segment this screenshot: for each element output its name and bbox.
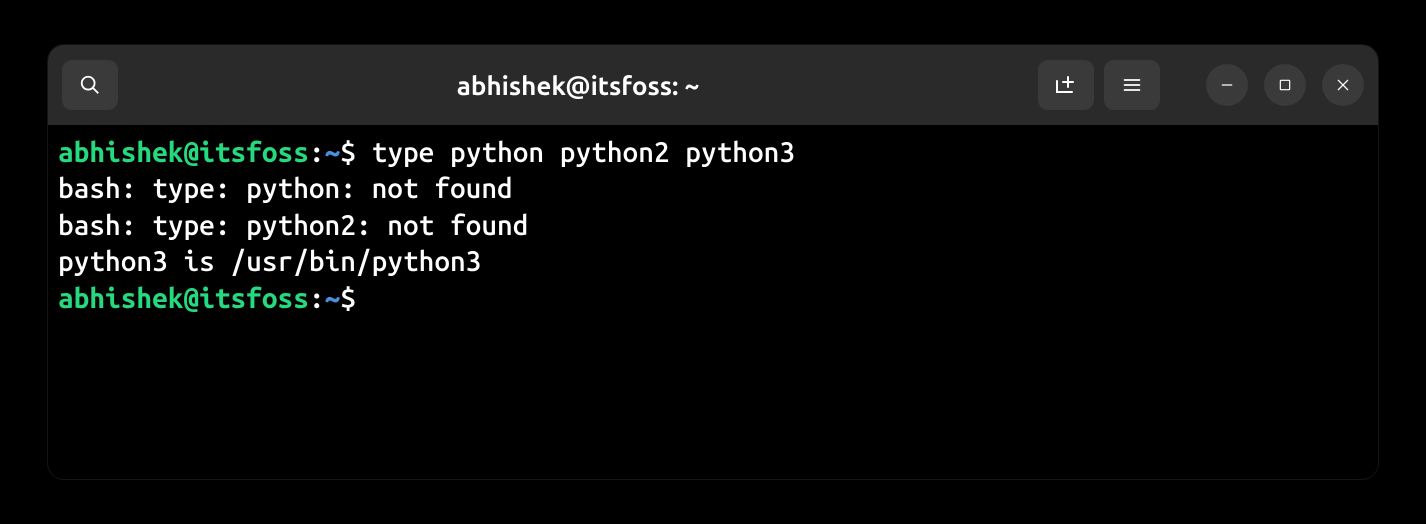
menu-button[interactable] xyxy=(1104,60,1160,110)
close-icon xyxy=(1335,77,1351,93)
prompt-user-host: abhishek@itsfoss xyxy=(58,137,309,168)
terminal-output: bash: type: python: not found xyxy=(58,171,1368,207)
command-text: type python python2 python3 xyxy=(356,137,795,168)
terminal-line: abhishek@itsfoss:~$ xyxy=(58,281,1368,317)
terminal-line: abhishek@itsfoss:~$ type python python2 … xyxy=(58,135,1368,171)
prompt-cwd: ~ xyxy=(325,137,341,168)
hamburger-icon xyxy=(1122,75,1142,95)
new-tab-icon xyxy=(1054,73,1078,97)
maximize-icon xyxy=(1278,78,1292,92)
prompt-dollar: $ xyxy=(340,137,356,168)
close-button[interactable] xyxy=(1322,64,1364,106)
minimize-icon xyxy=(1219,77,1235,93)
prompt-cwd: ~ xyxy=(325,283,341,314)
terminal-body[interactable]: abhishek@itsfoss:~$ type python python2 … xyxy=(48,125,1378,327)
terminal-output: python3 is /usr/bin/python3 xyxy=(58,244,1368,280)
search-button[interactable] xyxy=(62,60,118,110)
new-tab-button[interactable] xyxy=(1038,60,1094,110)
search-icon xyxy=(79,74,101,96)
minimize-button[interactable] xyxy=(1206,64,1248,106)
prompt-colon: : xyxy=(309,283,325,314)
command-text xyxy=(356,283,372,314)
prompt-dollar: $ xyxy=(340,283,356,314)
window-title: abhishek@itsfoss: ~ xyxy=(128,71,1028,100)
terminal-window: abhishek@itsfoss: ~ xyxy=(48,45,1378,479)
terminal-output: bash: type: python2: not found xyxy=(58,208,1368,244)
maximize-button[interactable] xyxy=(1264,64,1306,106)
titlebar: abhishek@itsfoss: ~ xyxy=(48,45,1378,125)
prompt-colon: : xyxy=(309,137,325,168)
prompt-user-host: abhishek@itsfoss xyxy=(58,283,309,314)
